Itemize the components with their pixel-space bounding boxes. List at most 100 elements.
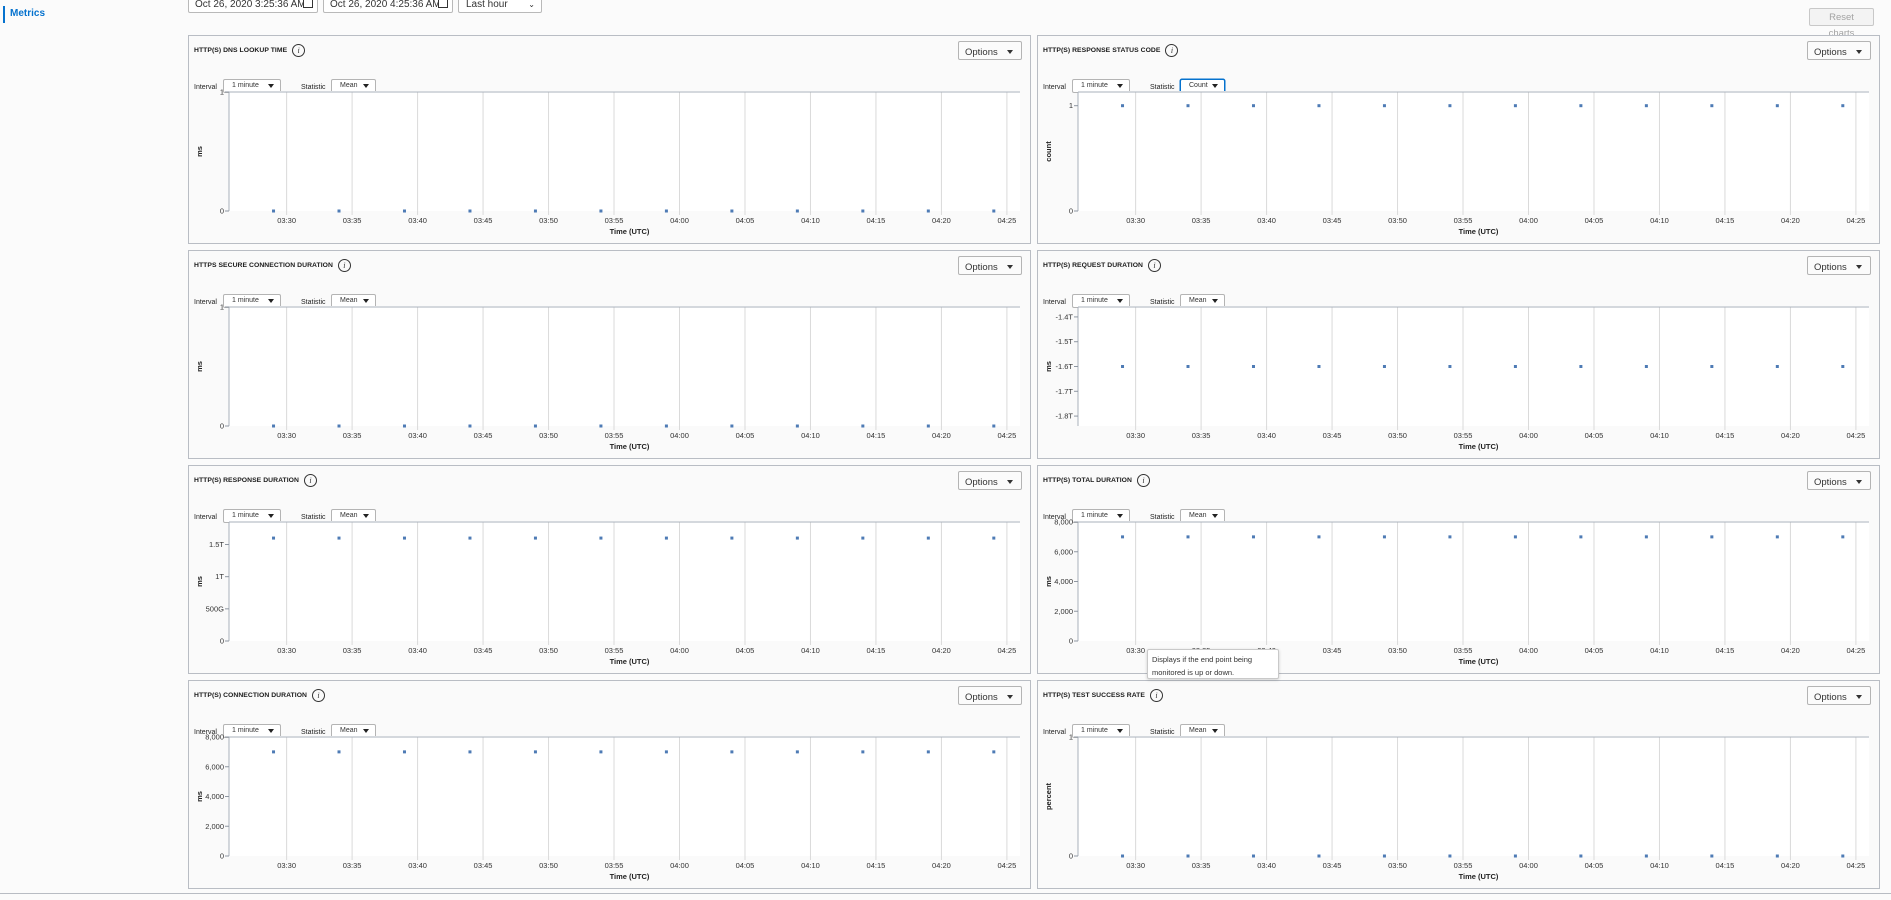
x-tick-label: 03:55 [605,646,624,655]
data-point [1841,854,1845,858]
x-tick-label: 03:35 [343,431,362,440]
y-tick-label: 4,000 [205,792,224,801]
y-tick-label: 0 [220,852,224,861]
reset-charts-label: Reset charts [1807,0,1858,1]
data-point [1513,365,1517,368]
data-point [730,209,734,213]
data-point [272,750,276,754]
x-tick-label: 03:50 [539,216,558,225]
data-point [1382,104,1386,108]
y-axis-label: ms [1044,576,1053,587]
data-point [1710,535,1714,539]
y-tick-label: 8,000 [205,733,224,742]
x-tick-label: 03:40 [408,646,427,655]
plot-area [229,736,1020,856]
data-point [1317,104,1321,108]
x-tick-label: 03:35 [343,861,362,870]
y-axis-label: ms [195,576,204,587]
y-axis-label: ms [1044,361,1053,372]
data-point [599,209,603,213]
x-axis-label: Time (UTC) [610,442,650,451]
x-tick-label: 03:40 [1257,861,1276,870]
x-tick-label: 03:55 [1454,431,1473,440]
x-tick-label: 04:00 [670,431,689,440]
data-point [1513,104,1517,108]
x-tick-label: 03:30 [1126,646,1145,655]
y-tick-label: 1.5T [209,540,224,549]
y-tick-label: -1.6T [1055,362,1073,371]
reset-charts-button[interactable]: Reset charts [1809,8,1874,39]
chart-response-status-code[interactable]: 03:30 03:35 03:40 03:45 03:50 03:55 04:00 04:05… [1038,36,1881,245]
x-tick-label: 03:40 [1257,216,1276,225]
x-tick-label: 03:50 [1388,861,1407,870]
data-point [861,750,865,754]
y-tick-label: 6,000 [205,762,224,771]
x-tick-label: 04:05 [736,646,755,655]
chart-total-duration[interactable]: 03:3003:3503:4003:4503:5003:5504:0004:05… [1038,466,1881,675]
data-point [1121,535,1125,539]
x-tick-label: 04:05 [1585,861,1604,870]
data-point [468,750,472,754]
x-tick-label: 04:20 [1781,431,1800,440]
data-point [1775,104,1779,108]
x-tick-label: 04:25 [1847,861,1866,870]
chart-request-duration[interactable]: 03:30 03:35 03:40 03:45 03:50 03:55 04:00 04:05… [1038,251,1881,460]
data-point [992,536,996,540]
data-point [1644,104,1648,108]
end-time-input[interactable]: Oct 26, 2020 4:25:36 AM [323,0,453,13]
y-tick-label: 1 [220,88,224,97]
chart-secure-connection-duration[interactable]: 03:30 03:35 03:40 03:45 03:50 03:55 04:00 04:05… [189,251,1032,460]
x-tick-label: 03:45 [1323,216,1342,225]
time-range-select[interactable]: Last hour ⌄ [458,0,542,13]
page-divider [0,893,1891,894]
data-point [337,536,341,540]
plot-area [229,306,1020,426]
start-time-input[interactable]: Oct 26, 2020 3:25:36 AM [188,0,318,13]
y-axis-label: ms [195,361,204,372]
x-axis-label: Time (UTC) [1459,657,1499,666]
x-tick-label: 03:45 [474,431,493,440]
calendar-icon[interactable] [438,0,448,8]
y-tick-label: 8,000 [1054,518,1073,527]
x-tick-label: 03:45 [474,861,493,870]
x-tick-label: 03:45 [474,216,493,225]
chart-dns-lookup-time[interactable]: 03:30 03:35 03:40 03:45 03:50 03:55 04:00 04:05… [189,36,1032,245]
data-point [926,536,930,540]
data-point [1251,365,1255,368]
x-tick-label: 04:25 [1847,431,1866,440]
x-tick-label: 04:15 [867,646,886,655]
data-point [1251,854,1255,858]
x-tick-label: 03:40 [1257,431,1276,440]
sidebar-item-metrics[interactable]: Metrics [3,6,45,23]
x-tick-label: 03:50 [1388,431,1407,440]
data-point [337,424,341,428]
y-axis-label: ms [195,791,204,802]
x-tick-label: 04:15 [1716,431,1735,440]
x-tick-label: 04:10 [801,216,820,225]
calendar-icon[interactable] [303,0,313,8]
metric-panel-response-duration: HTTP(S) RESPONSE DURATION i Options Interva… [188,465,1031,674]
data-point [1513,854,1517,858]
metric-panel-connection-duration: HTTP(S) CONNECTION DURATION i Options Inter… [188,680,1031,889]
data-point [795,209,799,213]
y-axis-label: percent [1044,782,1053,810]
y-tick-label: 1 [1069,733,1073,742]
data-point [533,424,537,428]
x-axis-label: Time (UTC) [1459,872,1499,881]
x-tick-label: 03:30 [1126,431,1145,440]
x-tick-label: 03:30 [277,431,296,440]
chart-test-success-rate[interactable]: 03:30 03:35 03:40 03:45 03:50 03:55 04:00 04:05… [1038,681,1881,890]
y-tick-label: 0 [1069,637,1073,646]
sidebar-item-label: Metrics [10,8,46,19]
metric-panel-total-duration: HTTP(S) TOTAL DURATION i Options Interval 1 … [1037,465,1880,674]
data-point [599,750,603,754]
x-tick-label: 04:25 [1847,646,1866,655]
x-tick-label: 04:25 [998,646,1017,655]
data-point [1579,535,1583,539]
data-point [468,424,472,428]
chart-connection-duration[interactable]: 03:30 03:35 03:40 03:45 03:50 03:55 04:00 04:05… [189,681,1032,890]
x-tick-label: 03:50 [1388,216,1407,225]
chart-response-duration[interactable]: 03:30 03:35 03:40 03:45 03:50 03:55 04:00 04:05… [189,466,1032,675]
y-tick-label: 4,000 [1054,577,1073,586]
data-point [402,209,406,213]
